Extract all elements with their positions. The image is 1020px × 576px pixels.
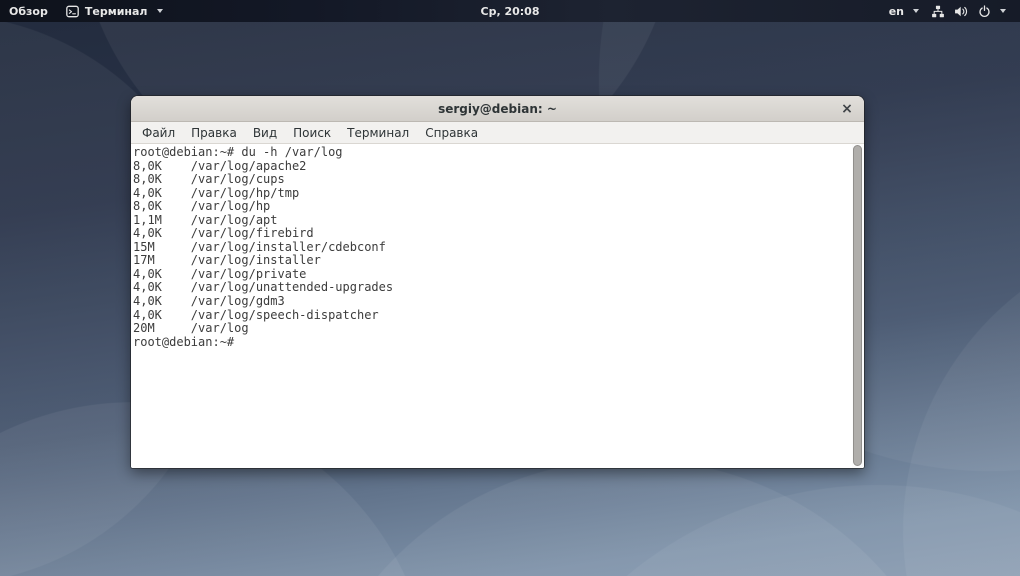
top-bar: Обзор Терминал Ср, 20:08 en <box>0 0 1020 22</box>
activities-label: Обзор <box>9 5 48 18</box>
terminal-output: root@debian:~# du -h /var/log 8,0K /var/… <box>131 144 864 349</box>
chevron-down-icon <box>1000 9 1006 13</box>
menu-view[interactable]: Вид <box>245 122 285 143</box>
terminal-screen[interactable]: root@debian:~# du -h /var/log 8,0K /var/… <box>131 144 864 468</box>
window-title: sergiy@debian: ~ <box>438 102 557 116</box>
window-menubar: Файл Правка Вид Поиск Терминал Справка <box>131 122 864 144</box>
menu-terminal[interactable]: Терминал <box>339 122 417 143</box>
system-menu-button[interactable] <box>925 0 1012 22</box>
chevron-down-icon <box>913 9 919 13</box>
menu-edit[interactable]: Правка <box>183 122 245 143</box>
app-menu-button[interactable]: Терминал <box>57 0 173 22</box>
window-titlebar[interactable]: sergiy@debian: ~ × <box>131 96 864 122</box>
menu-search[interactable]: Поиск <box>285 122 339 143</box>
volume-icon <box>954 5 969 18</box>
keyboard-layout-button[interactable]: en <box>883 0 925 22</box>
status-area: en <box>883 0 1020 22</box>
keyboard-layout-label: en <box>889 5 904 18</box>
close-button[interactable]: × <box>838 96 856 121</box>
scrollbar-track[interactable] <box>852 144 864 468</box>
network-icon <box>931 5 945 18</box>
power-icon <box>978 5 991 18</box>
app-menu-label: Терминал <box>85 5 148 18</box>
chevron-down-icon <box>157 9 163 13</box>
system-icons <box>931 5 991 18</box>
terminal-window: sergiy@debian: ~ × Файл Правка Вид Поиск… <box>131 96 864 468</box>
menu-file[interactable]: Файл <box>134 122 183 143</box>
activities-button[interactable]: Обзор <box>0 0 57 22</box>
menu-help[interactable]: Справка <box>417 122 486 143</box>
clock-button[interactable]: Ср, 20:08 <box>472 0 549 22</box>
scrollbar-thumb[interactable] <box>853 145 862 466</box>
clock-label: Ср, 20:08 <box>481 5 540 18</box>
terminal-app-icon <box>66 5 79 18</box>
desktop-wallpaper: Обзор Терминал Ср, 20:08 en <box>0 0 1020 576</box>
